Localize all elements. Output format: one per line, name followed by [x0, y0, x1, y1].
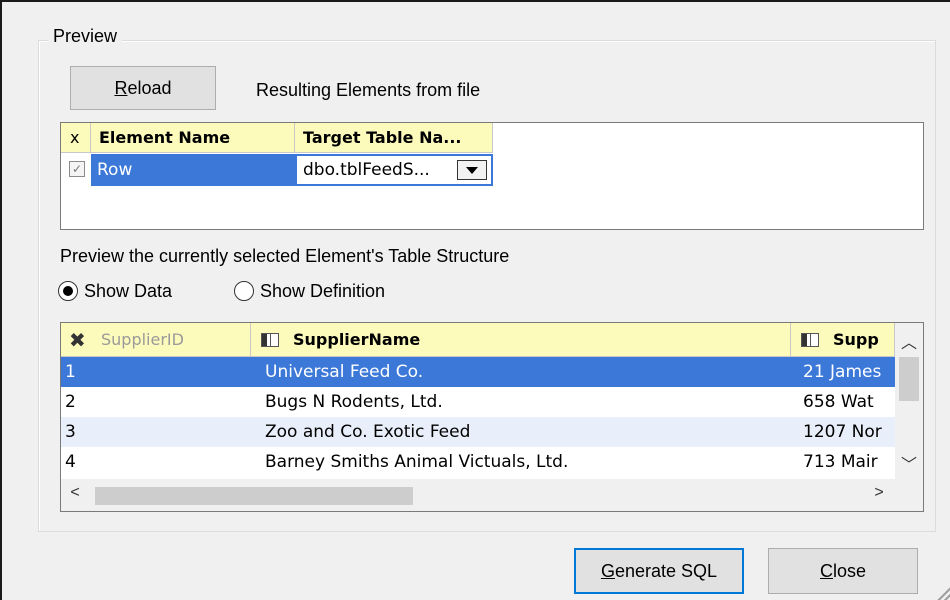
horizontal-scroll-thumb[interactable] [95, 487, 413, 505]
table-row[interactable]: 2 Bugs N Rodents, Ltd. 658 Wat [61, 387, 895, 417]
show-data-radio[interactable]: Show Data [58, 278, 172, 304]
cell-supplier-id: 1 [61, 357, 251, 387]
cell-supplier-id: 4 [65, 452, 76, 472]
data-grid-header: ✖ SupplierID SupplierName Supp [61, 323, 895, 357]
close-label: lose [832, 560, 867, 581]
cell-supplier-id: 3 [65, 422, 76, 442]
cell-supplier-name: Universal Feed Co. [265, 362, 424, 382]
table-row[interactable]: 1 Universal Feed Co. 21 James [61, 357, 895, 387]
target-table-value: dbo.tblFeedS... [303, 160, 430, 180]
header-x[interactable]: x [61, 123, 91, 153]
vertical-scroll-thumb[interactable] [899, 357, 919, 401]
cell-supplier-address: 1207 Nor [803, 422, 882, 442]
chevron-down-icon [466, 166, 478, 174]
dropdown-button[interactable] [457, 160, 487, 180]
header-target-table[interactable]: Target Table Na... [295, 123, 493, 153]
radio-unchecked-icon [234, 281, 254, 301]
cell-supplier-address: 21 James [803, 362, 882, 382]
element-row-checkbox[interactable]: ✓ [69, 161, 85, 177]
show-definition-radio[interactable]: Show Definition [234, 278, 385, 304]
cell-supplier-id: 2 [65, 392, 76, 412]
close-button[interactable]: Close [768, 548, 918, 594]
radio-checked-icon [58, 281, 78, 301]
elements-grid[interactable]: x Element Name Target Table Na... ✓ Row … [60, 122, 924, 230]
chevron-left-icon[interactable]: < [65, 484, 85, 502]
supplier-address-header-label: Supp [833, 330, 879, 349]
reload-accel: R [114, 77, 128, 98]
supplier-name-header-label: SupplierName [293, 330, 421, 349]
cell-supplier-address: 658 Wat [803, 392, 874, 412]
cell-supplier-name: Barney Smiths Animal Victuals, Ltd. [265, 452, 569, 472]
vertical-scrollbar[interactable]: ︿ ﹀ [895, 323, 923, 479]
table-row[interactable]: 4 Barney Smiths Animal Victuals, Ltd. 71… [61, 447, 895, 477]
show-data-label: Show Data [84, 280, 173, 301]
chevron-right-icon[interactable]: > [869, 484, 889, 502]
table-structure-label: Preview the currently selected Element's… [60, 246, 510, 266]
header-supplier-address[interactable]: Supp [791, 323, 895, 357]
element-row[interactable]: ✓ Row dbo.tblFeedS... [61, 154, 493, 186]
header-supplier-id[interactable]: ✖ SupplierID [61, 323, 251, 357]
cell-supplier-name: Zoo and Co. Exotic Feed [265, 422, 471, 442]
resize-grip-icon[interactable] [936, 586, 950, 600]
chevron-up-icon[interactable]: ︿ [895, 329, 923, 353]
horizontal-scrollbar[interactable]: < > [61, 479, 895, 511]
cell-supplier-address: 713 Mair [803, 452, 878, 472]
element-name-cell[interactable]: Row [91, 154, 295, 186]
close-accel: C [819, 560, 833, 581]
data-preview-grid[interactable]: ✖ SupplierID SupplierName Supp 1 Univers… [60, 322, 924, 512]
table-row[interactable]: 3 Zoo and Co. Exotic Feed 1207 Nor [61, 417, 895, 447]
generate-sql-button[interactable]: Generate SQL [574, 548, 744, 594]
chevron-down-icon[interactable]: ﹀ [895, 451, 923, 475]
target-table-dropdown[interactable]: dbo.tblFeedS... [295, 154, 493, 186]
scrollbar-corner [895, 479, 923, 511]
generate-sql-accel: G [600, 560, 615, 581]
reload-button[interactable]: Reload [70, 66, 216, 110]
header-element-name[interactable]: Element Name [91, 123, 295, 153]
cell-supplier-name: Bugs N Rodents, Ltd. [265, 392, 443, 412]
excluded-column-icon: ✖ [69, 328, 86, 352]
generate-sql-label: enerate SQL [614, 560, 718, 581]
reload-label: eload [127, 77, 172, 98]
column-icon [801, 333, 819, 347]
column-icon [261, 333, 279, 347]
supplier-id-header-label: SupplierID [101, 330, 184, 349]
elements-grid-header: x Element Name Target Table Na... [61, 123, 493, 153]
dialog-window: Preview Reload Resulting Elements from f… [0, 0, 950, 600]
resulting-elements-label: Resulting Elements from file [256, 80, 481, 100]
header-supplier-name[interactable]: SupplierName [251, 323, 791, 357]
preview-group-title: Preview [48, 26, 123, 47]
show-definition-label: Show Definition [260, 280, 386, 301]
